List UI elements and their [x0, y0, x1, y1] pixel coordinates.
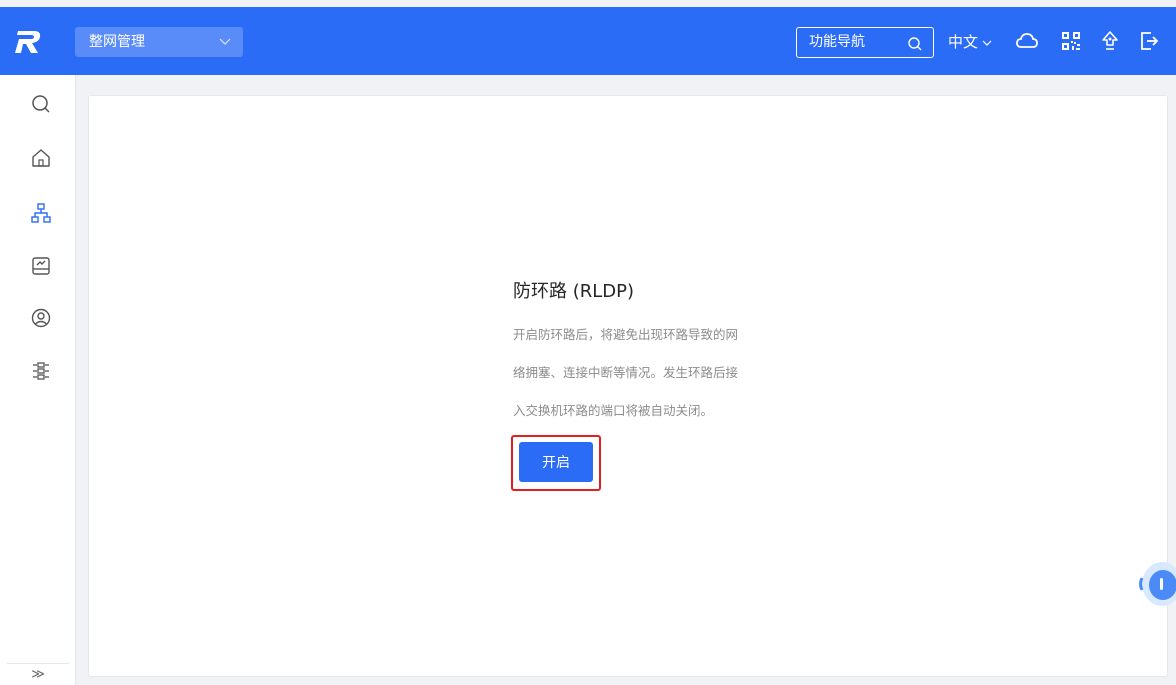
assistant-robot-icon[interactable] [1138, 558, 1176, 610]
sidebar-expand-button[interactable]: ≫ [7, 663, 69, 685]
highlight-box: 开启 [511, 435, 601, 491]
chevron-down-icon [982, 29, 992, 55]
home-icon[interactable] [30, 147, 52, 169]
brand-logo[interactable] [14, 29, 42, 55]
chevron-down-icon [219, 27, 231, 57]
search-icon [907, 34, 923, 63]
sidebar-search-icon[interactable] [30, 93, 52, 115]
cloud-icon[interactable] [1016, 30, 1038, 52]
language-select[interactable]: 中文 [948, 29, 992, 55]
scope-select-value: 整网管理 [89, 34, 145, 50]
page-title: 防环路 (RLDP) [513, 281, 635, 302]
rldp-feature-panel: 防环路 (RLDP) 开启防环路后，将避免出现环路导致的网 络拥塞、连接中断等情… [513, 278, 813, 430]
logout-icon[interactable] [1138, 30, 1160, 52]
rocket-icon[interactable] [1099, 30, 1121, 52]
enable-button[interactable]: 开启 [519, 442, 593, 482]
description-line: 入交换机环路的端口将被自动关闭。 [513, 403, 714, 418]
description-line: 开启防环路后，将避免出现环路导致的网 [513, 327, 739, 342]
expand-icon: ≫ [31, 667, 45, 682]
top-bar: 整网管理 功能导航 中文 [0, 7, 1176, 75]
settings-sliders-icon[interactable] [30, 360, 52, 382]
left-sidebar: ≫ [0, 75, 76, 685]
qrcode-icon[interactable] [1060, 30, 1082, 52]
function-nav-search[interactable]: 功能导航 [796, 27, 934, 58]
scope-select[interactable]: 整网管理 [75, 27, 243, 57]
description-line: 络拥塞、连接中断等情况。发生环路后接 [513, 365, 739, 380]
language-label: 中文 [948, 33, 979, 51]
function-nav-label: 功能导航 [809, 34, 865, 50]
network-topology-icon[interactable] [30, 202, 52, 224]
user-icon[interactable] [30, 307, 52, 329]
feature-description: 开启防环路后，将避免出现环路导致的网 络拥塞、连接中断等情况。发生环路后接 入交… [513, 316, 803, 430]
device-icon[interactable] [30, 255, 52, 277]
